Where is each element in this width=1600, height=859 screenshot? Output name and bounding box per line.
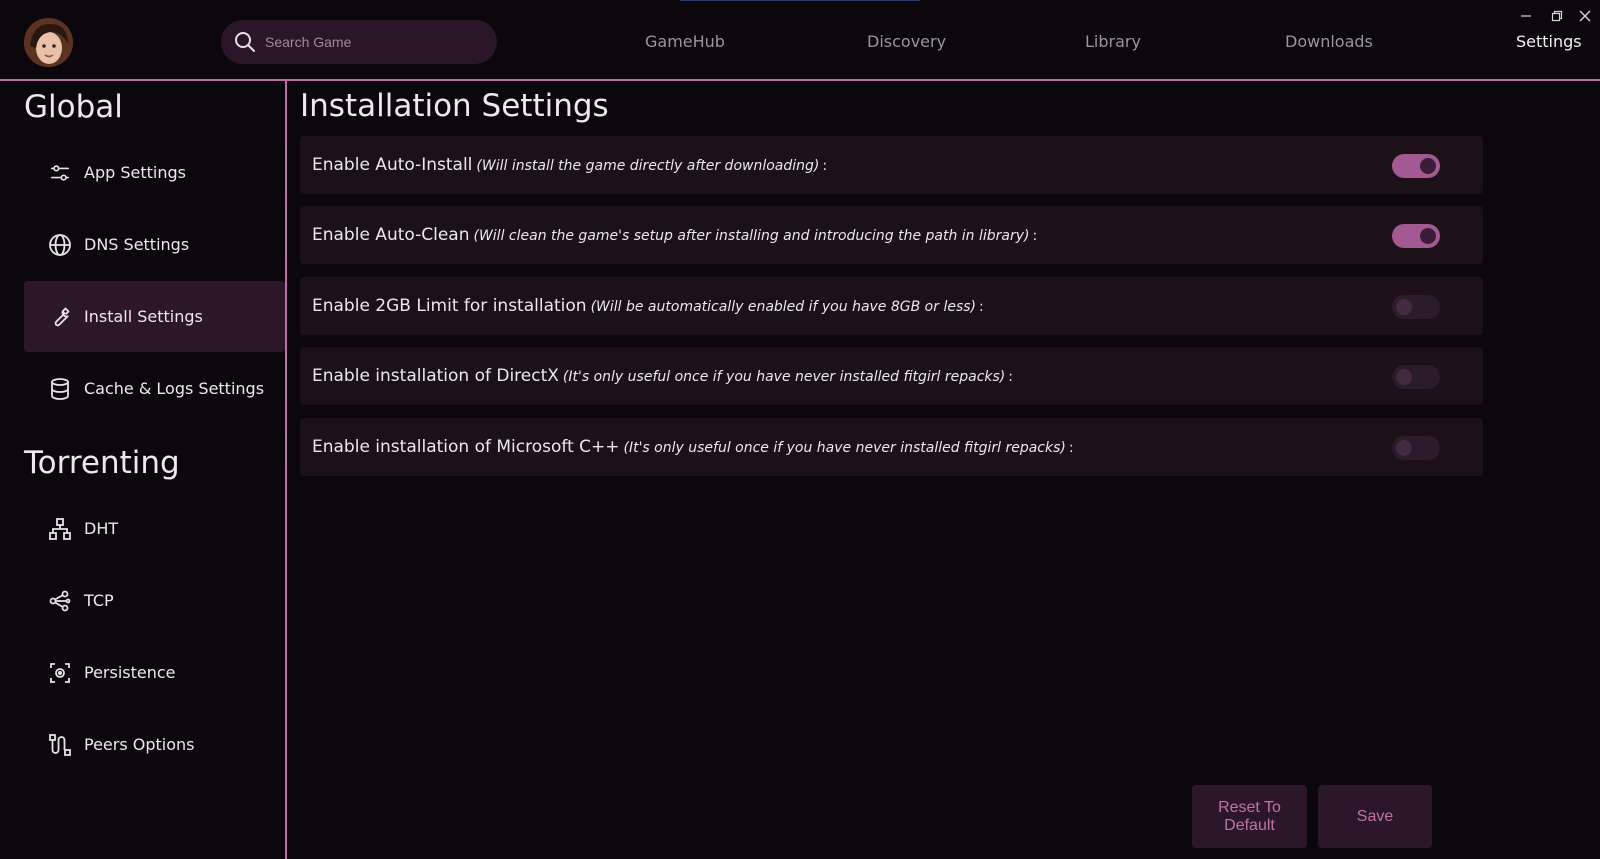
setting-row-directx: Enable installation of DirectX (It's only… — [300, 347, 1483, 405]
setting-row-microsoft-cpp: Enable installation of Microsoft C++ (It'… — [300, 418, 1483, 476]
toggle-knob — [1396, 299, 1412, 315]
setting-label: Enable 2GB Limit for installation — [312, 296, 587, 316]
sidebar-item-label: Persistence — [84, 663, 176, 682]
avatar[interactable] — [24, 18, 73, 67]
sidebar-item-label: Cache & Logs Settings — [84, 379, 265, 398]
toggle-auto-install[interactable] — [1392, 154, 1440, 178]
toggle-microsoft-cpp[interactable] — [1392, 436, 1440, 460]
setting-suffix: : — [1008, 369, 1013, 385]
toggle-directx[interactable] — [1392, 365, 1440, 389]
search-input[interactable] — [265, 34, 465, 50]
nav-library[interactable]: Library — [1085, 32, 1141, 51]
sidebar-item-label: TCP — [84, 591, 114, 610]
save-button[interactable]: Save — [1318, 785, 1432, 848]
setting-note: (Will be automatically enabled if you ha… — [590, 299, 976, 315]
minimize-icon[interactable] — [1515, 6, 1537, 26]
search-icon — [235, 32, 255, 52]
sliders-icon — [47, 160, 73, 186]
sidebar: Global App Settings DNS Settings Install… — [0, 81, 287, 859]
sidebar-item-label: Install Settings — [84, 307, 203, 326]
sidebar-item-cache-logs-settings[interactable]: Cache & Logs Settings — [24, 353, 285, 424]
toggle-auto-clean[interactable] — [1392, 224, 1440, 248]
toggle-2gb-limit[interactable] — [1392, 295, 1440, 319]
setting-suffix: : — [822, 158, 828, 174]
database-icon — [47, 376, 73, 402]
peers-route-icon — [47, 732, 73, 758]
setting-note: (Will clean the game's setup after insta… — [473, 228, 1030, 244]
globe-icon — [47, 232, 73, 258]
setting-row-auto-clean: Enable Auto-Clean (Will clean the game's … — [300, 206, 1483, 264]
sidebar-item-app-settings[interactable]: App Settings — [24, 137, 285, 208]
sidebar-item-label: App Settings — [84, 163, 186, 182]
setting-label: Enable Auto-Clean — [312, 225, 470, 245]
sidebar-item-label: DHT — [84, 519, 119, 538]
section-title-global: Global — [24, 89, 123, 125]
setting-row-2gb-limit: Enable 2GB Limit for installation (Will b… — [300, 277, 1483, 335]
setting-label: Enable Auto-Install — [312, 155, 473, 175]
toggle-knob — [1396, 369, 1412, 385]
nav-settings[interactable]: Settings — [1516, 32, 1582, 51]
setting-suffix: : — [979, 299, 984, 315]
sidebar-item-peers-options[interactable]: Peers Options — [24, 709, 285, 780]
setting-note: (It's only useful once if you have never… — [623, 440, 1066, 456]
page-title: Installation Settings — [300, 88, 609, 124]
save-settings-icon — [47, 660, 73, 686]
route-icon — [47, 588, 73, 614]
sidebar-item-persistence[interactable]: Persistence — [24, 637, 285, 708]
nav-discovery[interactable]: Discovery — [867, 32, 946, 51]
search-bar[interactable] — [221, 20, 497, 64]
top-bar: GameHub Discovery Library Downloads Sett… — [0, 0, 1600, 81]
close-icon[interactable] — [1574, 6, 1596, 26]
setting-suffix: : — [1032, 228, 1038, 244]
toggle-knob — [1396, 440, 1412, 456]
setting-suffix: : — [1068, 440, 1074, 456]
setting-note: (Will install the game directly after do… — [476, 158, 820, 174]
sidebar-item-label: DNS Settings — [84, 235, 190, 254]
setting-note: (It's only useful once if you have never… — [562, 369, 1006, 385]
sidebar-item-label: Peers Options — [84, 735, 195, 754]
network-icon — [47, 516, 73, 542]
sidebar-item-tcp[interactable]: TCP — [24, 565, 285, 636]
sidebar-item-install-settings[interactable]: Install Settings — [24, 281, 285, 352]
nav-downloads[interactable]: Downloads — [1285, 32, 1373, 51]
nav-gamehub[interactable]: GameHub — [645, 32, 725, 51]
section-title-torrenting: Torrenting — [24, 445, 180, 481]
sidebar-item-dns-settings[interactable]: DNS Settings — [24, 209, 285, 280]
restore-icon[interactable] — [1546, 6, 1568, 26]
wrench-icon — [47, 304, 73, 330]
toggle-knob — [1420, 158, 1436, 174]
setting-row-auto-install: Enable Auto-Install (Will install the gam… — [300, 136, 1483, 194]
setting-label: Enable installation of DirectX — [312, 366, 559, 386]
setting-label: Enable installation of Microsoft C++ — [312, 437, 620, 457]
top-indicator — [680, 0, 920, 1]
toggle-knob — [1420, 228, 1436, 244]
reset-to-default-button[interactable]: Reset To Default — [1192, 785, 1307, 848]
sidebar-item-dht[interactable]: DHT — [24, 493, 285, 564]
